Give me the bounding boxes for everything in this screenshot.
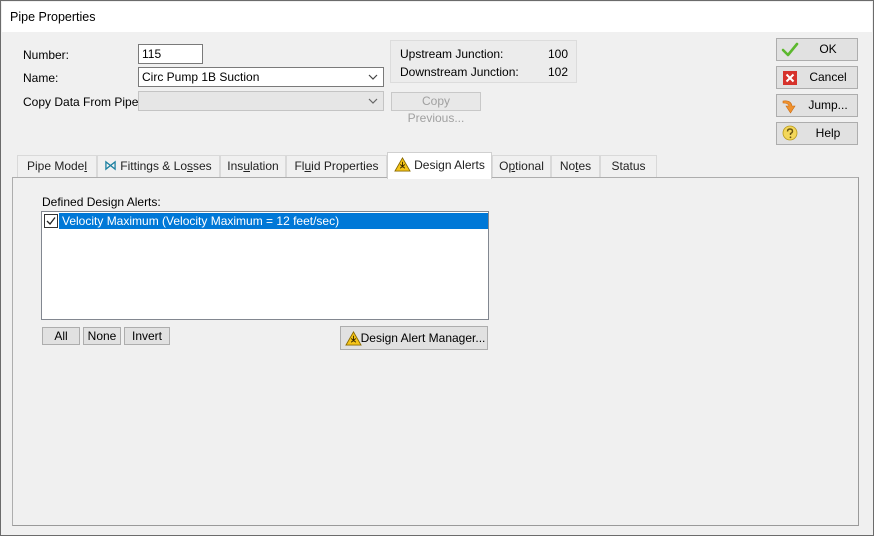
copy-data-combobox[interactable] xyxy=(138,91,384,111)
select-none-button[interactable]: None xyxy=(83,327,121,345)
invert-selection-button[interactable]: Invert xyxy=(124,327,170,345)
tab-label: Pipe Mode xyxy=(26,159,85,173)
tab-label: lation xyxy=(250,159,279,173)
number-input[interactable]: 115 xyxy=(138,44,203,64)
name-label: Name: xyxy=(23,71,59,85)
tab-pipe-model[interactable]: Pipe Model xyxy=(17,155,97,177)
list-item[interactable]: Velocity Maximum (Velocity Maximum = 12 … xyxy=(43,213,488,229)
tab-label: Status xyxy=(611,159,646,173)
tab-label: id Properties xyxy=(311,159,379,173)
tab-label: ses xyxy=(193,159,212,173)
tab-label: Ins xyxy=(227,159,244,173)
jump-arrow-icon xyxy=(782,100,796,114)
help-icon xyxy=(782,125,798,141)
ok-label: OK xyxy=(819,42,837,56)
title-bar: Pipe Properties xyxy=(2,2,872,32)
tab-mnemonic: u xyxy=(243,159,250,173)
warning-icon xyxy=(394,156,411,172)
cancel-label: Cancel xyxy=(809,70,847,84)
alert-checkbox[interactable] xyxy=(44,214,58,228)
select-all-button[interactable]: All xyxy=(42,327,80,345)
tab-label: Desi xyxy=(414,158,439,172)
upstream-junction-value: 100 xyxy=(548,47,569,61)
tab-label: tional xyxy=(515,159,544,173)
upstream-junction-label: Upstream Junction: xyxy=(400,47,504,61)
name-value: Circ Pump 1B Suction xyxy=(142,70,260,84)
copy-data-label: Copy Data From Pipe... xyxy=(23,95,149,109)
valve-icon xyxy=(105,160,117,171)
tab-insulation[interactable]: Insulation xyxy=(220,155,286,177)
downstream-junction-label: Downstream Junction: xyxy=(400,65,519,79)
help-button[interactable]: Help xyxy=(776,122,858,145)
checkmark-icon xyxy=(46,217,56,225)
design-alert-manager-label: Design Alert Manager... xyxy=(360,331,486,345)
name-combobox[interactable]: Circ Pump 1B Suction xyxy=(138,67,384,87)
jump-button[interactable]: Jump... xyxy=(776,94,858,117)
design-alerts-list[interactable]: Velocity Maximum (Velocity Maximum = 12 … xyxy=(41,211,489,320)
defined-design-alerts-heading: Defined Design Alerts: xyxy=(42,195,161,209)
check-icon xyxy=(781,42,799,57)
cancel-button[interactable]: Cancel xyxy=(776,66,858,89)
tab-fittings-losses[interactable]: Fittings & Losses xyxy=(97,155,220,177)
tab-label: es xyxy=(578,159,592,173)
junction-info-panel: Upstream Junction: 100 Downstream Juncti… xyxy=(390,40,577,83)
tab-notes[interactable]: Notes xyxy=(551,155,600,177)
design-alert-manager-button[interactable]: Design Alert Manager... xyxy=(340,326,488,350)
chevron-down-icon[interactable] xyxy=(367,69,379,85)
close-icon xyxy=(783,71,797,85)
tab-design-alerts[interactable]: Design Alerts xyxy=(387,152,492,179)
tab-mnemonic: l xyxy=(84,159,88,173)
downstream-junction-value: 102 xyxy=(548,65,569,79)
pipe-properties-dialog: Pipe Properties Number: 115 Name: Circ P… xyxy=(0,0,874,536)
number-label: Number: xyxy=(23,48,70,62)
alert-label[interactable]: Velocity Maximum (Velocity Maximum = 12 … xyxy=(59,213,488,229)
tab-mnemonic: g xyxy=(438,158,445,172)
tab-label: n Alerts xyxy=(444,158,485,172)
chevron-down-icon[interactable] xyxy=(367,93,379,109)
window-title: Pipe Properties xyxy=(10,10,96,24)
tab-optional[interactable]: Optional xyxy=(492,155,551,177)
copy-previous-button[interactable]: Copy Previous... xyxy=(391,92,481,125)
tab-label: No xyxy=(559,159,576,173)
ok-button[interactable]: OK xyxy=(776,38,858,61)
tab-fluid-properties[interactable]: Fluid Properties xyxy=(286,155,387,177)
help-label: Help xyxy=(815,126,841,140)
tab-label: Fl xyxy=(294,159,305,173)
jump-label: Jump... xyxy=(808,98,848,112)
warning-icon xyxy=(345,331,362,346)
tab-label: Fittings & Lo xyxy=(120,159,187,173)
tab-status[interactable]: Status xyxy=(600,155,657,177)
